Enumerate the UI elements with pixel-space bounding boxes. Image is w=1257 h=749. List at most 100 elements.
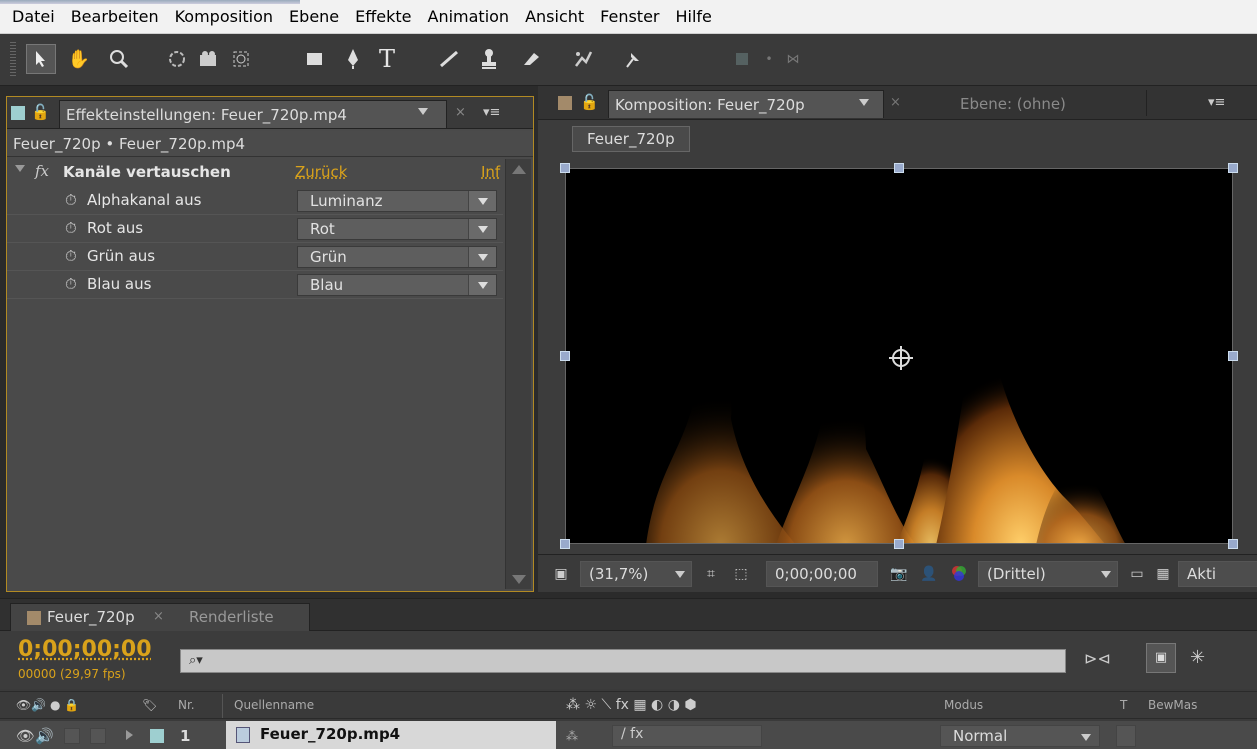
layer-handle[interactable]: [1228, 163, 1238, 173]
menu-fenster[interactable]: Fenster: [592, 0, 667, 34]
stopwatch-icon[interactable]: ⏱: [65, 275, 77, 293]
selection-tool-icon[interactable]: [26, 44, 56, 74]
label-tag-icon[interactable]: 🏷: [142, 692, 157, 718]
dropdown-arrow-icon[interactable]: [468, 247, 496, 267]
text-tool-icon[interactable]: T: [372, 44, 402, 74]
fast-previews-icon[interactable]: ▭: [1126, 563, 1148, 585]
panel-menu-icon[interactable]: ▾≡: [1208, 95, 1225, 110]
live-update-icon[interactable]: ✳: [1190, 647, 1205, 668]
pan-behind-tool-icon[interactable]: [226, 44, 256, 74]
tab-composition[interactable]: Komposition: Feuer_720p: [608, 90, 884, 118]
shy-switch-icon[interactable]: ⁂: [566, 721, 578, 749]
column-mode[interactable]: Modus: [944, 692, 983, 718]
layer-handle[interactable]: [1228, 539, 1238, 549]
tab-timeline-comp[interactable]: Feuer_720p × Renderliste: [10, 603, 310, 631]
safe-margins-icon[interactable]: ⌗: [700, 563, 722, 585]
close-tab-icon[interactable]: ×: [455, 105, 466, 120]
effect-header-row[interactable]: fx Kanäle vertauschen Zurück Inf: [7, 159, 503, 187]
scroll-down-icon[interactable]: [512, 575, 526, 584]
rotation-tool-icon[interactable]: [162, 44, 192, 74]
magnification-dropdown[interactable]: (31,7%): [580, 561, 692, 587]
layer-handle[interactable]: [1228, 351, 1238, 361]
stopwatch-icon[interactable]: ⏱: [65, 247, 77, 265]
dropdown-arrow-icon[interactable]: [1101, 571, 1111, 578]
layer-row[interactable]: 👁🔊 1 Feuer_720p.mp4 ⁂ / fx Normal: [0, 721, 1257, 749]
composition-viewer[interactable]: [565, 168, 1233, 544]
visibility-toggle-icon[interactable]: 👁🔊: [16, 721, 54, 749]
panel-menu-icon[interactable]: ▾≡: [483, 105, 500, 120]
menu-ebene[interactable]: Ebene: [281, 0, 347, 34]
menu-animation[interactable]: Animation: [420, 0, 518, 34]
always-preview-icon[interactable]: ▣: [550, 563, 572, 585]
lock-icon[interactable]: 🔓: [31, 103, 50, 121]
roto-brush-tool-icon[interactable]: [568, 44, 598, 74]
tab-effect-controls[interactable]: Effekteinstellungen: Feuer_720p.mp4: [59, 100, 447, 128]
red-source-dropdown[interactable]: Rot: [297, 218, 497, 240]
av-features-icon[interactable]: 👁🔊 ● 🔒: [16, 692, 79, 718]
hand-tool-icon[interactable]: ✋: [64, 44, 94, 74]
menu-datei[interactable]: Datei: [4, 0, 63, 34]
zoom-tool-icon[interactable]: [104, 44, 134, 74]
dropdown-arrow-icon[interactable]: [468, 275, 496, 295]
column-nr[interactable]: Nr.: [178, 692, 195, 718]
twirl-right-icon[interactable]: [126, 730, 133, 740]
region-of-interest-icon[interactable]: ⬚: [730, 563, 752, 585]
resolution-dropdown[interactable]: (Drittel): [978, 561, 1118, 587]
twirl-down-icon[interactable]: [15, 165, 25, 172]
menu-ansicht[interactable]: Ansicht: [517, 0, 592, 34]
transparency-grid-icon[interactable]: ▦: [1152, 563, 1174, 585]
layer-handle[interactable]: [560, 351, 570, 361]
pen-tool-icon[interactable]: [338, 44, 368, 74]
timeline-search-input[interactable]: ⌕▾: [180, 649, 1066, 673]
layer-handle[interactable]: [894, 163, 904, 173]
column-t[interactable]: T: [1120, 692, 1127, 718]
tab-dropdown-icon[interactable]: [859, 99, 869, 106]
layer-switches[interactable]: / fx: [612, 725, 762, 747]
info-link[interactable]: Inf: [481, 163, 500, 181]
clone-stamp-tool-icon[interactable]: [474, 44, 504, 74]
menu-effekte[interactable]: Effekte: [347, 0, 419, 34]
tab-layer[interactable]: Ebene: (ohne): [954, 90, 1144, 118]
dropdown-arrow-icon[interactable]: [468, 191, 496, 211]
comp-mini-flowchart-icon[interactable]: ⊳⊲: [1084, 649, 1111, 668]
view-axis-icon[interactable]: ⋈: [778, 44, 808, 74]
layer-handle[interactable]: [894, 539, 904, 549]
menu-komposition[interactable]: Komposition: [167, 0, 281, 34]
current-time-field[interactable]: 0;00;00;00: [766, 561, 878, 587]
toolbar-grip[interactable]: [10, 42, 16, 76]
preserve-transparency-checkbox[interactable]: [1116, 725, 1136, 747]
green-source-dropdown[interactable]: Grün: [297, 246, 497, 268]
lock-icon[interactable]: 🔓: [580, 93, 599, 111]
eraser-tool-icon[interactable]: [514, 44, 544, 74]
tab-render-queue[interactable]: Renderliste: [189, 608, 274, 626]
layer-label-color[interactable]: [150, 729, 164, 743]
menu-bearbeiten[interactable]: Bearbeiten: [63, 0, 167, 34]
puppet-pin-tool-icon[interactable]: [618, 44, 648, 74]
channel-rgb-icon[interactable]: [948, 563, 970, 585]
timeline-current-time[interactable]: 0;00;00;00: [18, 637, 152, 662]
column-source-name[interactable]: Quellenname: [234, 692, 314, 718]
tab-dropdown-icon[interactable]: [418, 108, 428, 115]
rectangle-tool-icon[interactable]: [300, 44, 330, 74]
alpha-source-dropdown[interactable]: Luminanz: [297, 190, 497, 212]
blend-mode-dropdown[interactable]: Normal: [940, 725, 1100, 747]
reset-link[interactable]: Zurück: [295, 163, 347, 181]
layer-handle[interactable]: [560, 163, 570, 173]
dropdown-arrow-icon[interactable]: [675, 571, 685, 578]
effect-list-scrollbar[interactable]: [505, 159, 531, 589]
menu-hilfe[interactable]: Hilfe: [668, 0, 720, 34]
stopwatch-icon[interactable]: ⏱: [65, 191, 77, 209]
snapshot-camera-icon[interactable]: 📷: [888, 563, 910, 585]
close-tab-icon[interactable]: ×: [153, 609, 164, 624]
brush-tool-icon[interactable]: [434, 44, 464, 74]
fx-icon[interactable]: fx: [35, 162, 49, 180]
column-trkmat[interactable]: BewMas: [1148, 692, 1197, 718]
composition-name-button[interactable]: Feuer_720p: [572, 126, 690, 152]
dropdown-arrow-icon[interactable]: [1081, 734, 1091, 741]
blue-source-dropdown[interactable]: Blau: [297, 274, 497, 296]
layer-handle[interactable]: [560, 539, 570, 549]
draft-3d-icon[interactable]: ▣: [1146, 643, 1176, 673]
layer-name-cell[interactable]: Feuer_720p.mp4: [226, 721, 556, 749]
layer-switches-icon[interactable]: ⁂ ☼ ⟍ fx ▦ ◐ ◑ ⬢: [566, 692, 697, 718]
show-snapshot-icon[interactable]: 👤: [918, 563, 940, 585]
